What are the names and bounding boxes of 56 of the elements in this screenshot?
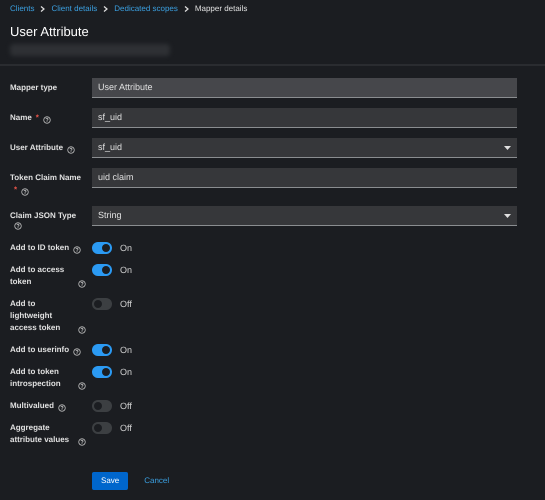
chevron-icon [103,6,108,12]
help-icon[interactable] [14,222,22,230]
caret-icon [504,146,511,150]
input-field[interactable]: User Attribute [92,78,517,98]
field-label: Claim JSON Type [10,210,76,222]
help-icon[interactable] [78,382,86,390]
help-icon[interactable] [42,116,51,124]
help-icon[interactable] [78,326,86,334]
toggle-state: On [120,264,132,276]
toggle-state: On [120,344,132,356]
input-field[interactable]: sf_uid [92,108,517,128]
breadcrumb-link[interactable]: Client details [51,3,98,15]
field-label: Token Claim Name [10,172,81,184]
field-label: Name [10,112,32,124]
cancel-link[interactable]: Cancel [144,475,170,487]
required-mark: * [36,112,39,124]
toggle-switch[interactable] [92,400,112,412]
field-label: Add to access token [10,264,66,288]
help-icon[interactable] [78,438,86,446]
save-button[interactable]: Save [92,472,128,490]
breadcrumb-link[interactable]: Dedicated scopes [114,3,178,15]
chevron-icon [184,6,189,12]
toggle-state: Off [120,400,132,412]
help-icon[interactable] [67,146,76,154]
field-label: Add to token introspection [10,366,62,390]
toggle-switch[interactable] [92,422,112,434]
field-label: Add to lightweight access token [10,298,62,334]
field-label: Aggregate attribute values [10,422,70,446]
toggle-switch[interactable] [92,344,112,356]
toggle-switch[interactable] [92,242,112,254]
page-title: User Attribute [10,24,90,40]
required-mark: * [14,184,18,196]
input-field[interactable]: uid claim [92,168,517,188]
help-icon[interactable] [21,188,30,196]
toggle-state: Off [120,422,132,434]
chevron-icon [40,6,46,12]
toggle-state: On [120,242,132,254]
select-field[interactable]: sf_uid [92,138,517,158]
help-icon[interactable] [73,246,82,254]
toggle-state: On [120,366,132,378]
breadcrumb-link[interactable]: Clients [10,3,34,15]
toggle-switch[interactable] [92,366,112,378]
toggle-state: Off [120,298,132,310]
help-icon[interactable] [78,280,86,288]
help-icon[interactable] [58,404,66,412]
field-label: User Attribute [10,142,64,154]
field-label: Mapper type [10,82,58,94]
toggle-switch[interactable] [92,298,112,310]
help-icon[interactable] [73,348,82,356]
caret-icon [504,214,511,218]
field-label: Add to ID token [10,242,70,254]
toggle-switch[interactable] [92,264,112,276]
field-label: Multivalued [10,400,54,412]
field-label: Add to userinfo [10,344,70,356]
select-field[interactable]: String [92,206,517,226]
breadcrumb-current: Mapper details [194,3,248,15]
